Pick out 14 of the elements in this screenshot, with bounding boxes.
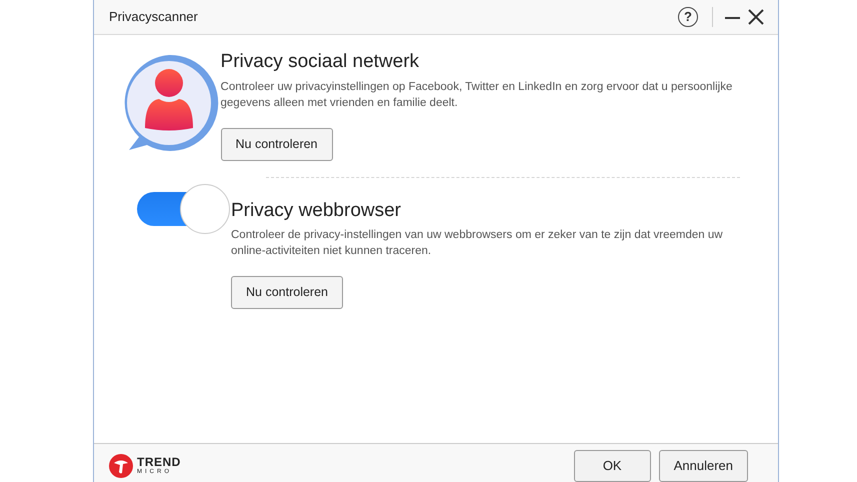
section-description: Controleer uw privacyinstellingen op Facebook, Twitter en LinkedIn en zorg ervoor dat u persoonlijke gegevens alleen met vrienden en familie deelt. — [220, 80, 734, 111]
toggle-switch[interactable] — [137, 184, 231, 234]
check-now-button[interactable]: Nu controleren — [231, 276, 343, 310]
close-icon[interactable] — [748, 9, 764, 25]
check-now-button[interactable]: Nu controleren — [220, 128, 333, 161]
cancel-button[interactable]: Annuleren — [658, 450, 748, 482]
help-button[interactable]: ? — [678, 7, 698, 27]
section-description: Controleer de privacy-instellingen van uw webbrowsers om er zeker van te zijn dat vreemden uw online-activiteiten niet kunnen traceren. — [231, 228, 724, 260]
logo-text: TREND — [137, 456, 181, 468]
ok-button[interactable]: OK — [574, 450, 651, 482]
section-title: Privacy sociaal netwerk — [220, 51, 420, 74]
window-title: Privacyscanner — [109, 8, 198, 26]
logo-icon — [109, 454, 133, 478]
section-title: Privacy webbrowser — [231, 200, 402, 222]
